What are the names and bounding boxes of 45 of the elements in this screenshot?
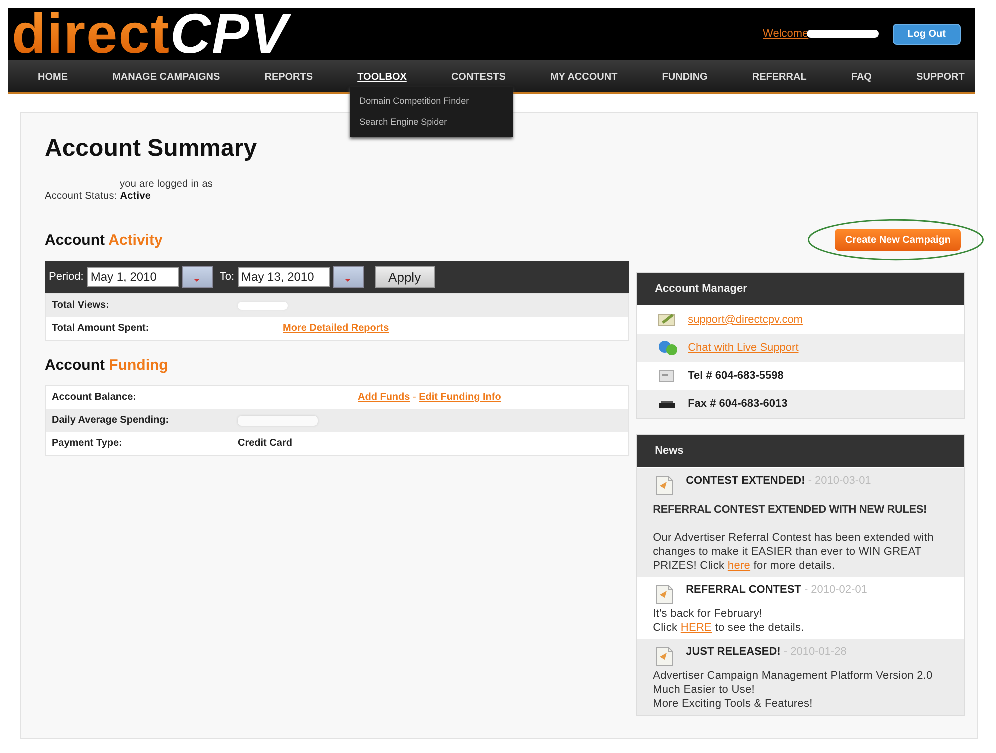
nav-item[interactable]: REPORTS bbox=[264, 68, 314, 87]
news-text: REFERRAL CONTEST EXTENDED WITH NEW RULES! bbox=[653, 503, 928, 517]
row-label: Total Amount Spent: bbox=[52, 323, 150, 334]
nav-item[interactable]: HOME bbox=[38, 68, 68, 87]
nav-item[interactable]: SUPPORT bbox=[916, 68, 965, 87]
row-label: Total Views: bbox=[52, 300, 110, 311]
news-text: More Exciting Tools & Features! bbox=[653, 697, 814, 711]
nav-item[interactable]: CONTESTS bbox=[451, 68, 506, 87]
page-title: Account Summary bbox=[45, 135, 258, 163]
date-field[interactable]: May 13, 2010 bbox=[238, 267, 330, 287]
news-title: REFERRAL CONTEST - 2010-02-01 bbox=[686, 583, 868, 596]
panel-header: Account Manager bbox=[637, 273, 964, 306]
chat-bubbles-icon bbox=[657, 338, 678, 358]
link-separator: - bbox=[412, 392, 418, 403]
nav-item[interactable]: REFERRAL bbox=[752, 68, 807, 87]
apply-button[interactable]: Apply bbox=[374, 266, 436, 288]
nav-item[interactable]: FUNDING bbox=[662, 68, 708, 87]
nav-item[interactable]: MY ACCOUNT bbox=[550, 68, 618, 87]
news-text: Advertiser Campaign Management Platform Version 2.0 bbox=[653, 669, 934, 683]
calendar-button[interactable] bbox=[332, 266, 364, 288]
welcome-link[interactable]: Welcome bbox=[763, 28, 809, 40]
news-text: Click HERE to see the details. bbox=[653, 621, 806, 635]
section-heading: Account Funding bbox=[45, 357, 170, 374]
panel-header: News bbox=[637, 435, 964, 468]
news-text: Much Easier to Use! bbox=[653, 683, 756, 697]
calendar-button[interactable] bbox=[182, 266, 213, 288]
nav-item[interactable]: TOOLBOX bbox=[358, 68, 407, 87]
news-text: It's back for February! bbox=[653, 607, 764, 621]
row-label: Account Balance: bbox=[52, 392, 138, 403]
period-label: Period: bbox=[49, 271, 84, 283]
section-heading: Account Activity bbox=[45, 232, 164, 249]
date-field[interactable]: May 1, 2010 bbox=[86, 267, 179, 287]
row-label: Daily Average Spending: bbox=[52, 415, 170, 426]
to-label: To: bbox=[220, 271, 235, 283]
nav-item[interactable]: FAQ bbox=[851, 68, 872, 87]
menu-item[interactable]: Search Engine Spider bbox=[350, 112, 513, 133]
login-text: you are logged in as bbox=[120, 179, 214, 191]
contact-text: Tel # 604-683-5598 bbox=[688, 370, 784, 382]
row-value: Credit Card bbox=[238, 438, 294, 449]
row-label: Payment Type: bbox=[52, 438, 124, 449]
nav-item[interactable]: MANAGE CAMPAIGNS bbox=[112, 68, 220, 87]
account-status: Account Status: Active bbox=[45, 191, 152, 203]
menu-item[interactable]: Domain Competition Finder bbox=[350, 91, 513, 112]
news-text: Our Advertiser Referral Contest has been extended with changes to make it EASIER than ever to WIN GREAT PRIZES! Click here for more details. bbox=[653, 531, 935, 573]
contact-text: Fax # 604-683-6013 bbox=[688, 398, 788, 410]
